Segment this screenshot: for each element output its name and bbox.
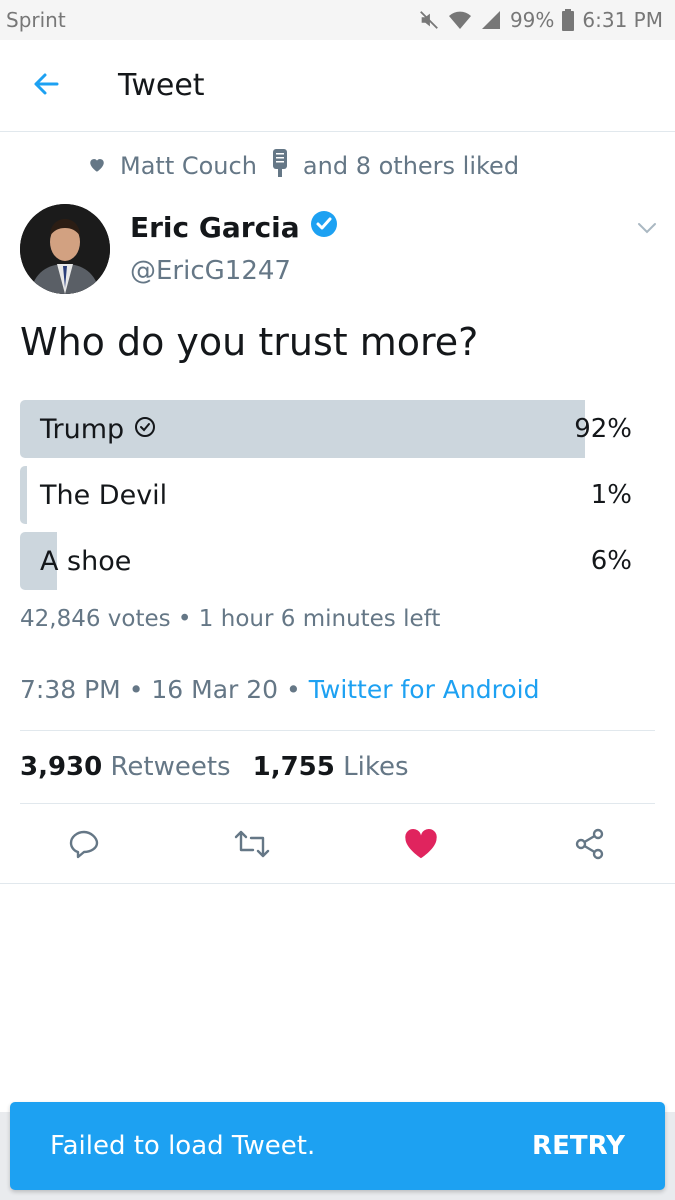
- tweet-menu-button[interactable]: [632, 216, 662, 240]
- verified-badge-icon: [310, 210, 338, 245]
- poll-option-label: Trump: [40, 413, 125, 445]
- toast-message: Failed to load Tweet.: [50, 1131, 316, 1161]
- share-button[interactable]: [568, 824, 612, 868]
- poll: Trump 92% The Devil 1% A shoe 6%: [20, 400, 634, 598]
- tweet-text: Who do you trust more?: [20, 320, 479, 364]
- retry-button[interactable]: RETRY: [532, 1131, 625, 1161]
- retweets-stat[interactable]: 3,930 Retweets: [20, 752, 231, 782]
- heart-icon: [404, 828, 438, 864]
- likes-count: 1,755: [252, 752, 335, 782]
- tweet-actions: [0, 808, 675, 884]
- poll-option: A shoe 6%: [20, 532, 634, 590]
- carrier-label: Sprint: [6, 8, 66, 32]
- poll-fill: [20, 466, 28, 524]
- error-toast: Failed to load Tweet. RETRY: [10, 1102, 665, 1190]
- poll-option-percent: 92%: [574, 414, 632, 444]
- author-handle[interactable]: @EricG1247: [130, 256, 291, 286]
- poll-option: Trump 92%: [20, 400, 634, 458]
- arrow-left-icon: [31, 69, 61, 103]
- retweet-button[interactable]: [230, 824, 274, 868]
- mute-icon: [418, 9, 440, 31]
- poll-option: The Devil 1%: [20, 466, 634, 524]
- page-title: Tweet: [118, 68, 205, 103]
- chevron-down-icon: [637, 219, 657, 238]
- retweets-count: 3,930: [20, 752, 103, 782]
- wifi-icon: [448, 9, 472, 31]
- status-bar: Sprint 99% 6:31 PM: [0, 0, 675, 40]
- retweet-icon: [233, 828, 271, 864]
- poll-option-label: A shoe: [40, 545, 132, 577]
- battery-icon: [562, 9, 575, 31]
- social-context-rest: and 8 others liked: [302, 152, 520, 180]
- share-icon: [574, 828, 606, 864]
- avatar[interactable]: [20, 204, 110, 294]
- social-context[interactable]: Matt Couch and 8 others liked: [88, 148, 519, 184]
- tweet-source-link[interactable]: Twitter for Android: [309, 675, 540, 704]
- top-bar: Tweet: [0, 40, 675, 132]
- author-name-text: Eric Garcia: [130, 211, 300, 244]
- reply-button[interactable]: [62, 824, 106, 868]
- tweet-timestamp: 7:38 PM • 16 Mar 20 • Twitter for Androi…: [20, 675, 540, 704]
- retweets-label: Retweets: [110, 752, 231, 782]
- likes-label: Likes: [343, 752, 409, 782]
- poll-option-percent: 6%: [590, 546, 632, 576]
- back-button[interactable]: [0, 40, 92, 132]
- poll-option-percent: 1%: [590, 480, 632, 510]
- check-circle-icon: [134, 414, 156, 445]
- heart-small-icon: [88, 152, 106, 180]
- divider: [20, 730, 655, 731]
- likes-stat[interactable]: 1,755 Likes: [253, 752, 409, 782]
- battery-percent: 99%: [509, 8, 555, 32]
- reply-icon: [68, 828, 100, 864]
- tweet-time: 7:38 PM: [20, 675, 121, 704]
- like-button[interactable]: [399, 824, 443, 868]
- poll-option-label: The Devil: [40, 479, 168, 511]
- clock: 6:31 PM: [582, 8, 663, 32]
- status-icons: 99% 6:31 PM: [418, 8, 663, 32]
- signal-icon: [480, 9, 502, 31]
- tweet-date: 16 Mar 20: [151, 675, 279, 704]
- liker-name: Matt Couch: [120, 152, 257, 180]
- microphone-icon: [271, 148, 289, 184]
- author-name[interactable]: Eric Garcia: [130, 210, 338, 245]
- divider: [20, 803, 655, 804]
- tweet-stats: 3,930 Retweets 1,755 Likes: [20, 752, 409, 782]
- poll-meta: 42,846 votes • 1 hour 6 minutes left: [20, 606, 441, 632]
